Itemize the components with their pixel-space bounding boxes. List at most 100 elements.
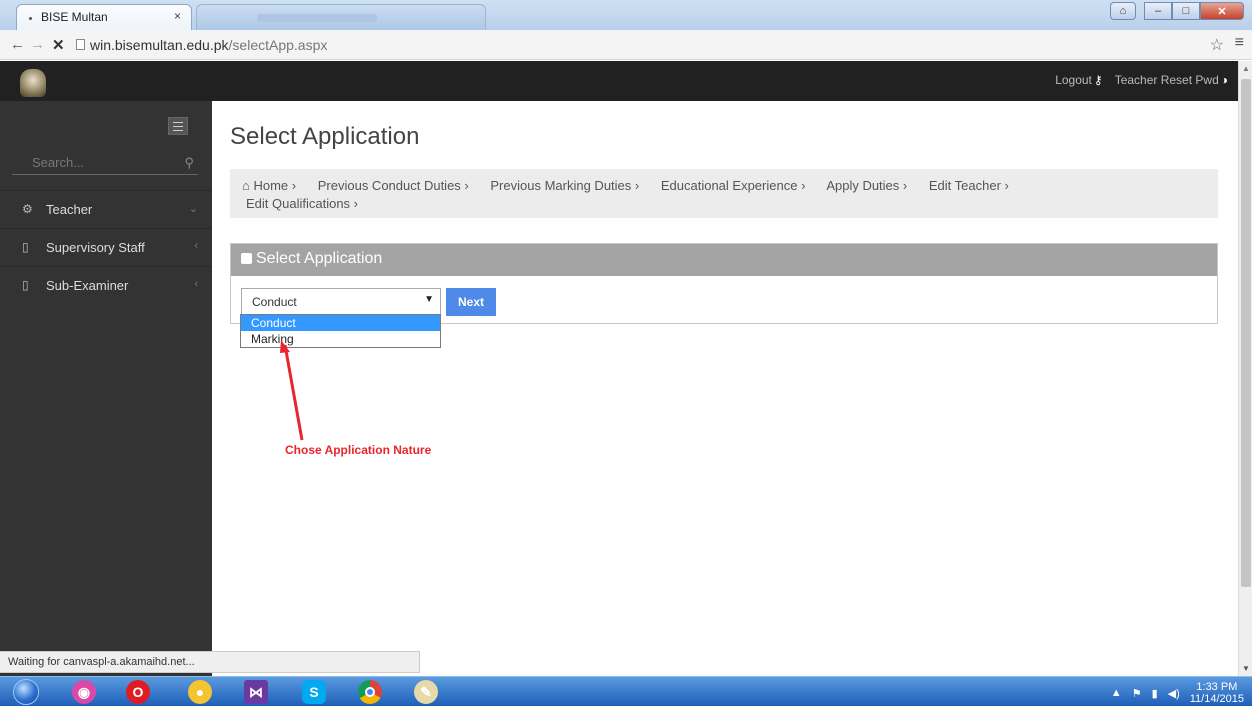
sidebar-item-sub-examiner[interactable]: ▯ Sub-Examiner ‹ (0, 266, 212, 304)
breadcrumb-label: Previous Marking Duties (490, 178, 632, 193)
annotation-label: Chose Application Nature (285, 443, 432, 457)
breadcrumb-edit-teacher[interactable]: Edit Teacher › (929, 178, 1009, 193)
stop-loading-icon[interactable]: ✕ (52, 36, 65, 54)
taskbar-visual-studio[interactable]: ⋈ (232, 679, 280, 705)
visual-studio-icon: ⋈ (244, 680, 268, 704)
maximize-button[interactable]: □ (1172, 2, 1200, 20)
app-icon: ● (188, 680, 212, 704)
logout-label: Logout (1055, 73, 1092, 87)
gears-icon: ⚙ (22, 202, 33, 216)
system-tray: ▲ ⚑ ▮ ◀) 1:33 PM 11/14/2015 (1111, 681, 1244, 705)
scroll-down-icon[interactable]: ▼ (1242, 664, 1250, 673)
breadcrumb-edit-qualifications[interactable]: Edit Qualifications › (246, 196, 358, 211)
breadcrumb-educational-experience[interactable]: Educational Experience › (661, 178, 806, 193)
browser-menu-icon[interactable]: ≡ (1235, 34, 1244, 52)
teacher-reset-pwd-link[interactable]: Teacher Reset Pwd ◑ (1115, 73, 1228, 87)
taskbar-skype[interactable]: S (290, 679, 338, 705)
breadcrumb: ⌂ Home › Previous Conduct Duties › Previ… (230, 169, 1218, 218)
breadcrumb-label: Edit Qualifications (246, 196, 351, 211)
breadcrumb-label: Educational Experience (660, 178, 798, 193)
status-bar: Waiting for canvaspl-a.akamaihd.net... (0, 651, 420, 673)
clock-time: 1:33 PM (1196, 681, 1238, 693)
sidebar-search: ⚲ (0, 147, 212, 187)
close-window-button[interactable]: ✕ (1200, 2, 1244, 20)
page-scrollbar[interactable]: ▲ ▼ (1238, 61, 1252, 676)
application-dropdown-list: Conduct Marking (240, 314, 441, 348)
breadcrumb-previous-marking-duties[interactable]: Previous Marking Duties › (490, 178, 639, 193)
flag-icon[interactable]: ⚑ (1132, 687, 1142, 700)
panel-title: Select Application (256, 250, 383, 267)
forward-arrow-icon[interactable]: → (30, 36, 45, 53)
chevron-down-icon: ⌄ (188, 203, 198, 215)
sidebar-item-label: Sub-Examiner (46, 278, 129, 293)
chevron-left-icon: ‹ (194, 278, 198, 290)
option-marking[interactable]: Marking (241, 331, 440, 347)
page-favicon-icon (29, 17, 32, 20)
taskbar-paint[interactable]: ✎ (402, 679, 450, 705)
url-path: /selectApp.aspx (228, 37, 328, 53)
sidebar-item-label: Teacher (46, 202, 93, 217)
bise-logo[interactable] (20, 69, 46, 97)
home-icon: ⌂ (242, 178, 254, 193)
paint-icon: ✎ (414, 680, 438, 704)
minimize-button[interactable]: – (1144, 2, 1172, 20)
logout-link[interactable]: Logout ⚷ (1055, 73, 1103, 87)
breadcrumb-apply-duties[interactable]: Apply Duties › (826, 178, 907, 193)
sidebar-toggle-icon[interactable] (168, 117, 188, 135)
breadcrumb-label: Apply Duties (826, 178, 900, 193)
breadcrumb-label: Edit Teacher (928, 178, 1001, 193)
sidebar: ⚲ ⚙ Teacher ⌄ ▯ Supervisory Staff ‹ ▯ Su… (0, 101, 212, 676)
sidebar-item-supervisory-staff[interactable]: ▯ Supervisory Staff ‹ (0, 228, 212, 266)
back-arrow-icon[interactable]: ← (10, 36, 25, 53)
search-icon[interactable]: ⚲ (184, 155, 194, 171)
bookmark-icon: ▯ (22, 240, 29, 254)
header-links: Logout ⚷ Teacher Reset Pwd ◑ (1055, 73, 1228, 87)
tab-close-icon[interactable]: × (174, 9, 181, 23)
breadcrumb-label: Previous Conduct Duties (317, 178, 461, 193)
edit-icon (241, 253, 252, 264)
chrome-icon (358, 680, 382, 704)
taskbar-chrome[interactable] (346, 679, 394, 705)
volume-icon[interactable]: ◀) (1168, 687, 1180, 700)
page-icon (76, 39, 85, 50)
opera-icon: O (126, 680, 150, 704)
breadcrumb-previous-conduct-duties[interactable]: Previous Conduct Duties › (318, 178, 469, 193)
app-icon: ◉ (72, 680, 96, 704)
browser-tab-new[interactable] (196, 4, 486, 30)
main-content: Select Application ⌂ Home › Previous Con… (212, 101, 1238, 676)
user-icon[interactable]: ⌂ (1110, 2, 1136, 20)
option-conduct[interactable]: Conduct (241, 315, 440, 331)
next-button[interactable]: Next (446, 288, 496, 316)
page-title: Select Application (230, 123, 420, 150)
url-field[interactable]: win.bisemultan.edu.pk/selectApp.aspx (90, 37, 327, 53)
breadcrumb-label: Home (253, 178, 289, 193)
scroll-up-icon[interactable]: ▲ (1242, 64, 1250, 73)
clock[interactable]: 1:33 PM 11/14/2015 (1190, 681, 1244, 705)
browser-tab-bar: BISE Multan × ⌂ – □ ✕ (0, 0, 1252, 30)
taskbar-app-1[interactable]: ◉ (60, 679, 108, 705)
bookmark-icon: ▯ (22, 278, 29, 292)
signal-icon[interactable]: ▮ (1152, 687, 1158, 700)
taskbar-opera[interactable]: O (114, 679, 162, 705)
reset-label: Teacher Reset Pwd (1114, 73, 1219, 87)
scroll-thumb[interactable] (1241, 79, 1251, 587)
search-input[interactable] (12, 151, 198, 175)
sidebar-item-teacher[interactable]: ⚙ Teacher ⌄ (0, 190, 212, 228)
clock-date: 11/14/2015 (1189, 693, 1244, 705)
half-circle-icon: ◑ (1220, 73, 1228, 87)
browser-tab-active[interactable]: BISE Multan × (16, 4, 192, 30)
url-domain: win.bisemultan.edu.pk (90, 37, 229, 53)
tab-title: BISE Multan (41, 10, 108, 24)
windows-orb-icon (13, 679, 39, 705)
taskbar-app-3[interactable]: ● (176, 679, 224, 705)
key-icon: ⚷ (1093, 73, 1103, 87)
bookmark-star-icon[interactable]: ☆ (1210, 35, 1224, 55)
skype-icon: S (302, 680, 326, 704)
breadcrumb-home[interactable]: ⌂ Home › (242, 178, 296, 193)
tray-expand-icon[interactable]: ▲ (1111, 687, 1122, 699)
select-value: Conduct (252, 295, 297, 309)
start-button[interactable] (6, 679, 46, 705)
select-application-panel: Select Application Conduct ▼ Next (230, 243, 1218, 324)
application-select[interactable]: Conduct ▼ (241, 288, 441, 316)
dropdown-arrow-icon: ▼ (424, 294, 434, 305)
